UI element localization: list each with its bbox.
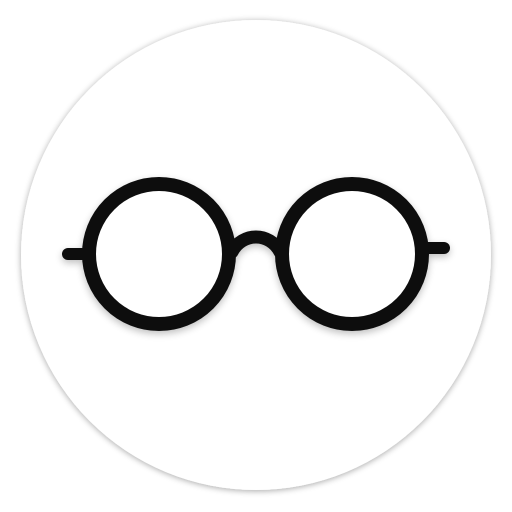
app-icon <box>0 0 512 512</box>
right-lens-frame <box>275 177 429 331</box>
left-lens-frame <box>82 177 236 331</box>
round-glasses-icon <box>21 20 491 490</box>
